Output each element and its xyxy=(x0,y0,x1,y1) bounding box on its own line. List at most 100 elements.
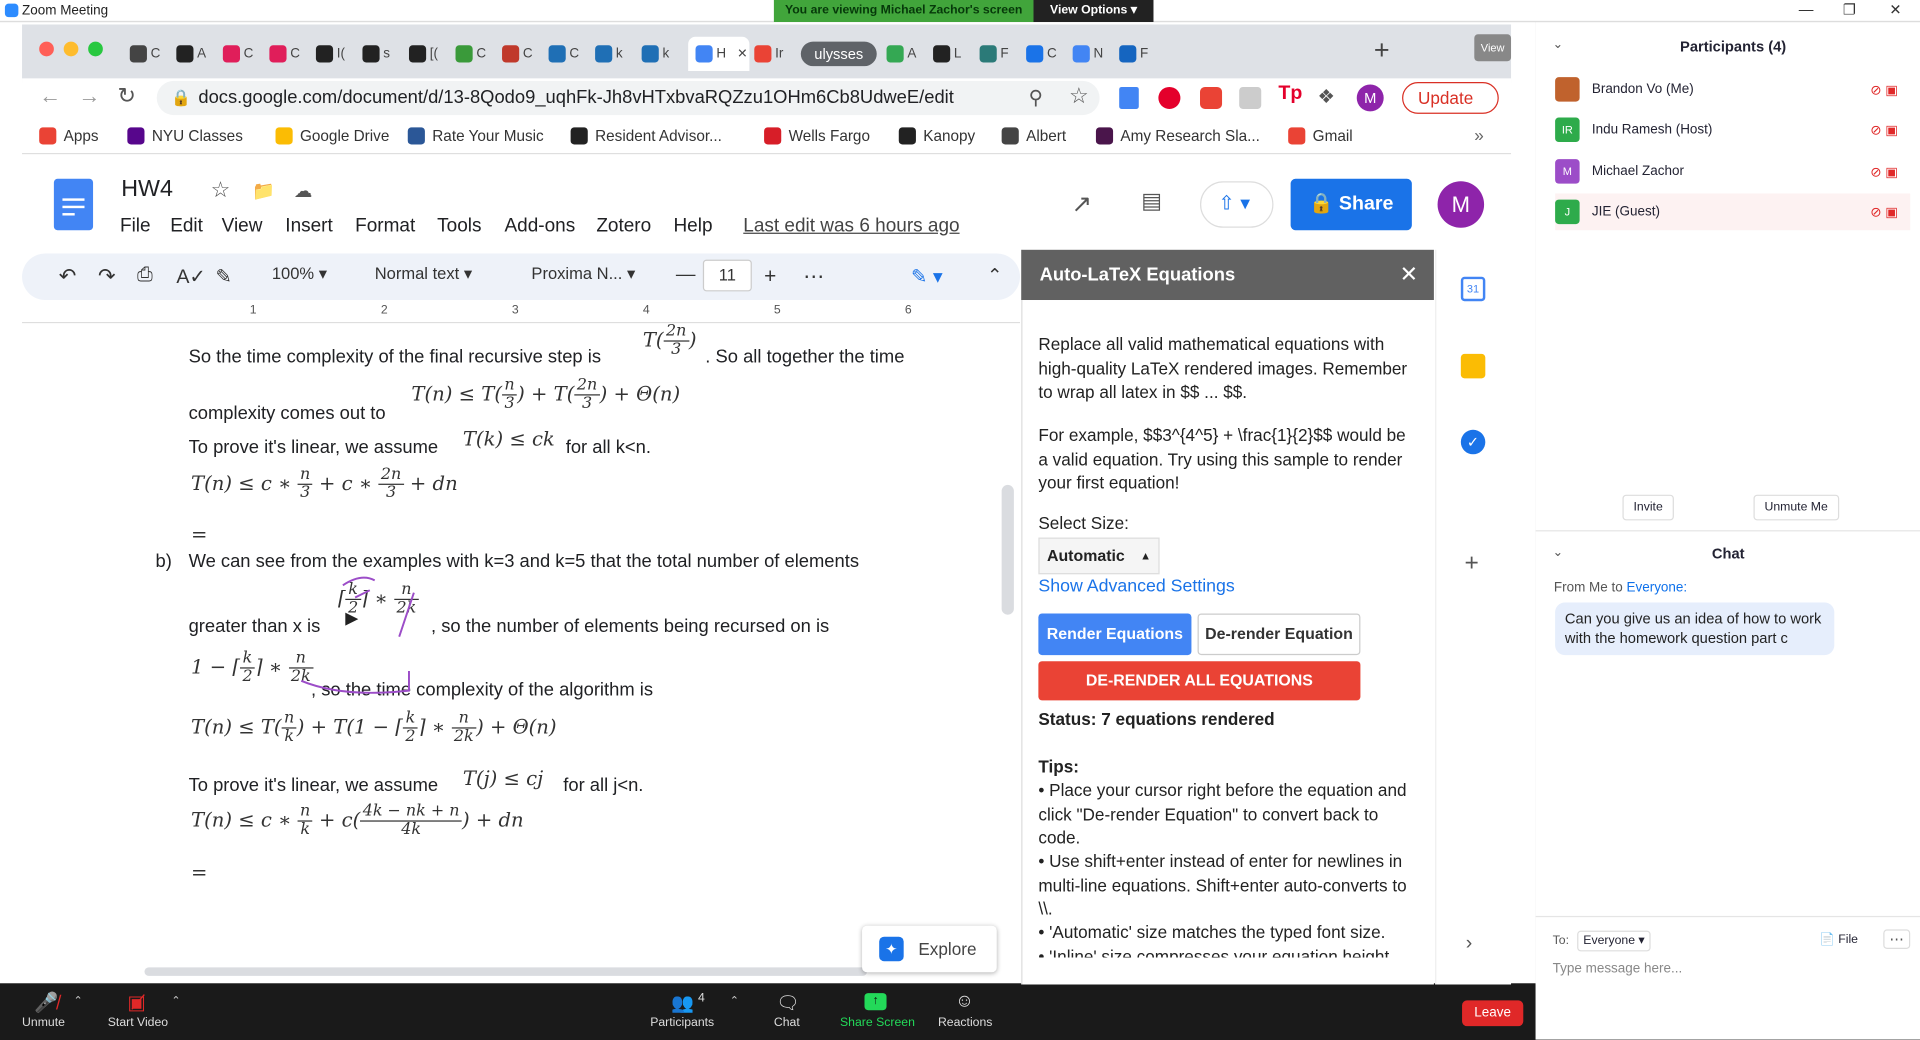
view-options-button[interactable]: View Options ▾ xyxy=(1033,0,1154,23)
chat-bubble-icon[interactable]: 🗨 xyxy=(776,992,799,1014)
render-equations-button[interactable]: Render Equations xyxy=(1038,613,1192,656)
get-addons-icon[interactable]: + xyxy=(1465,550,1479,578)
share-screen-icon[interactable]: ↑ xyxy=(864,993,887,1011)
chrome-profile-avatar[interactable]: M xyxy=(1356,84,1384,112)
zoom-select[interactable]: 100% ▾ xyxy=(272,264,327,284)
browser-tab[interactable]: C xyxy=(269,37,311,71)
menu-file[interactable]: File xyxy=(120,216,151,238)
puzzle-extensions-icon[interactable]: ❖ xyxy=(1318,84,1336,108)
browser-tab[interactable]: N xyxy=(1072,37,1115,71)
paint-format-icon[interactable]: ✎ xyxy=(216,264,232,288)
forward-icon[interactable]: → xyxy=(78,83,100,109)
browser-tab[interactable]: A xyxy=(176,37,218,71)
bookmark-item[interactable]: Kanopy xyxy=(898,127,975,145)
browser-tab[interactable]: C xyxy=(222,37,265,71)
browser-tab[interactable]: k xyxy=(595,37,637,71)
present-meeting-button[interactable]: ⇧ ▾ xyxy=(1200,181,1274,228)
activity-trend-icon[interactable]: ↗ xyxy=(1071,189,1092,220)
bookmark-item[interactable]: NYU Classes xyxy=(127,127,243,145)
document-horizontal-scrollbar[interactable] xyxy=(144,967,867,976)
lastpass-extension-icon[interactable] xyxy=(1158,86,1181,109)
chrome-update-button[interactable]: Update ⋮ xyxy=(1402,82,1499,137)
decrease-font-size-icon[interactable]: — xyxy=(676,264,696,286)
undo-icon[interactable]: ↶ xyxy=(59,264,76,288)
show-advanced-settings-link[interactable]: Show Advanced Settings xyxy=(1038,576,1418,600)
reactions-icon[interactable]: ☺ xyxy=(955,991,974,1012)
print-icon[interactable]: ⎙ xyxy=(137,264,153,286)
explore-button[interactable]: ✦ Explore xyxy=(862,925,997,973)
menu-help[interactable]: Help xyxy=(673,216,712,238)
video-options-caret-icon[interactable]: ⌃ xyxy=(171,994,180,1007)
minimize-traffic-light-icon[interactable] xyxy=(63,41,79,57)
chat-button[interactable]: Chat xyxy=(774,1016,800,1029)
participants-button[interactable]: Participants xyxy=(650,1016,714,1029)
chat-recipient-select[interactable]: Everyone ▾ xyxy=(1577,930,1651,952)
bookmark-item[interactable]: Wells Fargo xyxy=(764,127,870,145)
browser-tab[interactable]: H ✕ xyxy=(688,36,750,72)
bookmark-item[interactable]: Gmail xyxy=(1288,127,1353,145)
menu-edit[interactable]: Edit xyxy=(170,216,203,238)
menu-addons[interactable]: Add-ons xyxy=(504,216,575,238)
close-window-icon[interactable]: ✕ xyxy=(1889,1,1901,18)
share-button[interactable]: 🔒 Share xyxy=(1290,178,1412,231)
derender-equation-button[interactable]: De-render Equation xyxy=(1197,613,1361,656)
move-folder-icon[interactable]: 📁 xyxy=(252,180,275,202)
bookmark-item[interactable]: Resident Advisor... xyxy=(570,127,722,145)
unmute-me-button[interactable]: Unmute Me xyxy=(1753,494,1839,521)
bookmark-item[interactable]: Google Drive xyxy=(275,127,389,145)
extension-icon[interactable] xyxy=(1239,86,1262,109)
share-screen-button[interactable]: Share Screen xyxy=(840,1016,915,1029)
browser-tab[interactable]: L xyxy=(933,37,975,71)
star-icon[interactable]: ☆ xyxy=(211,178,231,204)
calendar-icon[interactable]: 31 xyxy=(1460,276,1486,302)
muted-microphone-icon[interactable]: 🎤̸ xyxy=(34,991,58,1015)
reactions-button[interactable]: Reactions xyxy=(938,1016,992,1029)
audio-options-caret-icon[interactable]: ⌃ xyxy=(73,994,82,1007)
menu-tools[interactable]: Tools xyxy=(437,216,481,238)
back-icon[interactable]: ← xyxy=(39,83,61,109)
increase-font-size-icon[interactable]: + xyxy=(764,264,776,288)
adblock-extension-icon[interactable] xyxy=(1200,86,1223,109)
docs-logo-icon[interactable] xyxy=(53,178,94,231)
browser-tab[interactable]: k xyxy=(641,37,684,71)
document-vertical-scrollbar[interactable] xyxy=(1001,484,1014,615)
keep-icon[interactable] xyxy=(1460,353,1486,379)
restore-icon[interactable]: ❐ xyxy=(1843,1,1856,18)
video-off-icon[interactable]: ▣̸ xyxy=(127,991,146,1015)
browser-tab[interactable]: I( xyxy=(315,37,358,71)
browser-tab[interactable]: Ir xyxy=(754,37,796,71)
show-side-panel-icon[interactable]: › xyxy=(1466,933,1473,955)
lock-icon[interactable]: 🔒 xyxy=(171,88,191,108)
editing-mode-icon[interactable]: ✎ ▾ xyxy=(911,264,943,288)
invite-button[interactable]: Invite xyxy=(1622,494,1674,521)
tasks-icon[interactable]: ✓ xyxy=(1460,429,1486,455)
chat-to-whom[interactable]: Everyone: xyxy=(1626,580,1687,595)
zoom-view-button[interactable]: View xyxy=(1474,34,1512,62)
bookmark-item[interactable]: Albert xyxy=(1001,127,1066,145)
menu-insert[interactable]: Insert xyxy=(285,216,332,238)
menu-view[interactable]: View xyxy=(222,216,263,238)
bookmark-item[interactable]: Apps xyxy=(39,127,99,145)
close-sidebar-icon[interactable]: ✕ xyxy=(1400,262,1418,288)
participants-collapse-icon[interactable]: ⌄ xyxy=(1553,38,1563,51)
paragraph-style-select[interactable]: Normal text ▾ xyxy=(375,264,472,284)
participants-caret-icon[interactable]: ⌃ xyxy=(730,994,739,1007)
start-video-button[interactable]: Start Video xyxy=(108,1016,168,1029)
derender-all-button[interactable]: DE-RENDER ALL EQUATIONS xyxy=(1038,661,1361,701)
font-size-input[interactable]: 11 xyxy=(702,259,752,292)
menu-format[interactable]: Format xyxy=(355,216,415,238)
new-tab-icon[interactable]: + xyxy=(1374,34,1390,66)
browser-tab[interactable]: A xyxy=(886,37,929,71)
zoom-magnifier-icon[interactable]: ⚲ xyxy=(1029,86,1043,110)
unmute-button[interactable]: Unmute xyxy=(22,1016,65,1029)
chat-file-button[interactable]: 📄 File xyxy=(1820,933,1858,946)
chat-collapse-icon[interactable]: ⌄ xyxy=(1553,546,1563,559)
comments-icon[interactable]: ▤ xyxy=(1141,189,1162,215)
browser-tab[interactable]: F xyxy=(979,37,1022,71)
bookmark-item[interactable]: Rate Your Music xyxy=(407,127,544,145)
minimize-icon[interactable]: — xyxy=(1799,1,1814,18)
bookmarks-overflow-icon[interactable]: » xyxy=(1474,125,1484,145)
url-input[interactable]: docs.google.com/document/d/13-8Qodo9_uqh… xyxy=(156,80,1100,116)
bookmark-star-icon[interactable]: ☆ xyxy=(1069,83,1089,109)
leave-meeting-button[interactable]: Leave xyxy=(1462,1000,1524,1027)
